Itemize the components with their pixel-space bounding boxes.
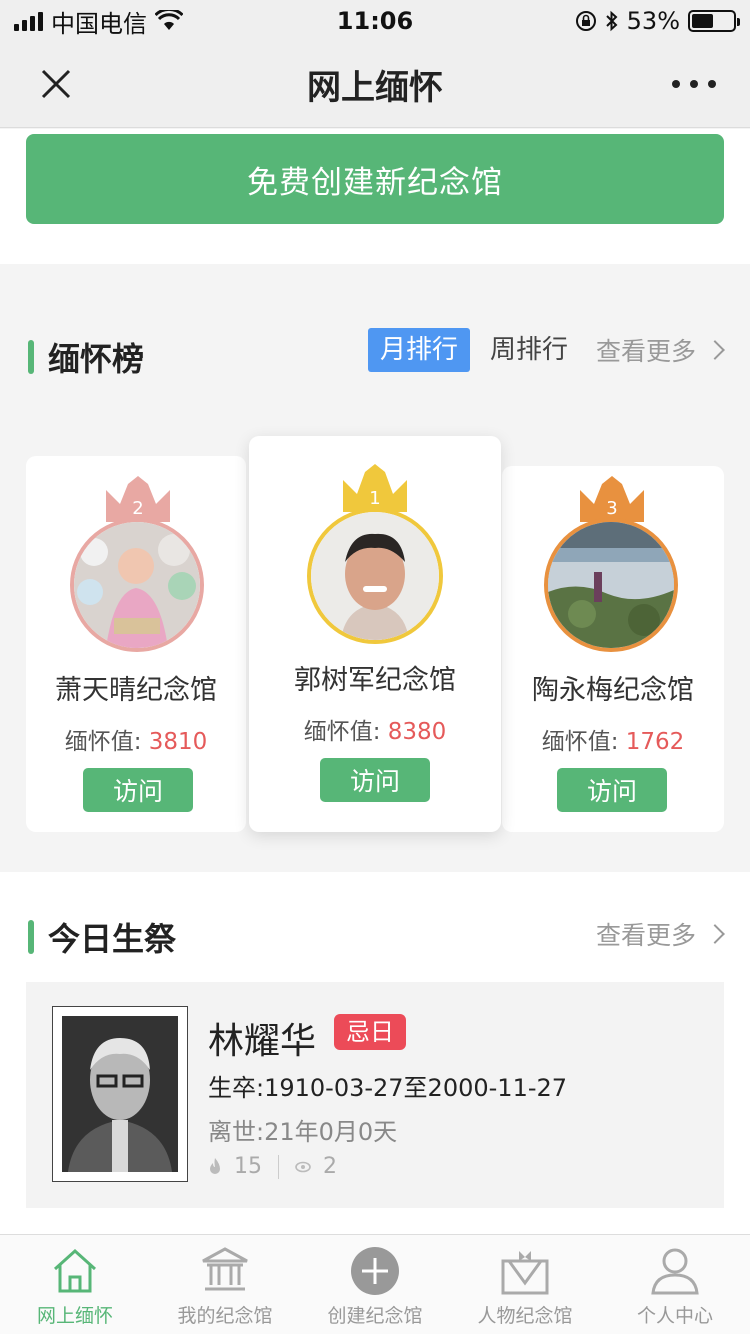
- visit-button[interactable]: 访问: [83, 768, 193, 812]
- memorial-name: 萧天晴纪念馆: [55, 675, 217, 706]
- tab-my-memorials[interactable]: 我的纪念馆: [150, 1235, 300, 1334]
- page-title: 网上缅怀: [307, 68, 443, 108]
- avatar: [70, 518, 204, 652]
- tab-profile[interactable]: 个人中心: [600, 1235, 750, 1334]
- eye-icon: [295, 1161, 311, 1172]
- tab-label: 人物纪念馆: [477, 1305, 573, 1327]
- battery-percent: 53%: [626, 7, 680, 35]
- carrier-name: 中国电信: [51, 9, 147, 38]
- tab-weekly[interactable]: 周排行: [490, 328, 568, 372]
- tab-create-memorial[interactable]: 创建纪念馆: [300, 1235, 450, 1334]
- rank-card-3[interactable]: 3 陶永梅纪念馆 缅怀值: 1762 访问: [502, 466, 724, 832]
- more-label: 查看更多: [595, 921, 696, 950]
- tab-label: 创建纪念馆: [327, 1305, 423, 1327]
- dot-icon: [672, 80, 680, 88]
- user-icon: [651, 1248, 699, 1295]
- score: 缅怀值: 8380: [249, 712, 501, 746]
- rank-number: 1: [369, 488, 380, 509]
- view-count: 2: [323, 1154, 337, 1179]
- score-value: 1762: [625, 729, 685, 755]
- battery-icon: [688, 10, 740, 32]
- visit-button[interactable]: 访问: [557, 768, 667, 812]
- score-label: 缅怀值:: [541, 729, 619, 755]
- crown-icon: 1: [343, 464, 407, 512]
- visit-button[interactable]: 访问: [320, 758, 430, 802]
- time-since-death: 离世:21年0月0天: [208, 1118, 398, 1146]
- bluetooth-icon: [605, 10, 619, 32]
- person-name: 林耀华: [208, 1021, 317, 1062]
- ranking-header: 缅怀榜: [28, 334, 144, 380]
- rotation-lock-icon: [575, 10, 597, 32]
- chevron-right-icon: [705, 340, 725, 360]
- tab-person-memorials[interactable]: 人物纪念馆: [450, 1235, 600, 1334]
- bottom-tab-bar: 网上缅怀 我的纪念馆 创建纪念馆 人物纪念馆 个人中心: [0, 1234, 750, 1334]
- section-accent-bar: [28, 920, 34, 954]
- score-value: 3810: [148, 729, 208, 755]
- memorial-name: 郭树军纪念馆: [294, 665, 456, 696]
- memorial-hall-icon: [202, 1247, 248, 1291]
- rank-card-2[interactable]: 2 萧天晴纪念馆 缅怀值: 3810 访问: [26, 456, 246, 832]
- person-card[interactable]: 林耀华 忌日 生卒:1910-03-27至2000-11-27 离世:21年0月…: [26, 982, 724, 1208]
- flower-count: 15: [234, 1154, 262, 1179]
- tab-label: 我的纪念馆: [177, 1305, 273, 1327]
- score: 缅怀值: 1762: [502, 722, 724, 756]
- avatar: [307, 508, 443, 644]
- person-stats: 15 2: [208, 1154, 337, 1179]
- today-title: 今日生祭: [48, 920, 177, 958]
- dot-icon: [708, 80, 716, 88]
- person-photo: [62, 1016, 178, 1172]
- chevron-right-icon: [705, 924, 725, 944]
- rank-number: 3: [606, 498, 617, 519]
- score-label: 缅怀值:: [64, 729, 142, 755]
- section-accent-bar: [28, 340, 34, 374]
- ranking-section: 缅怀榜 月排行 周排行 查看更多 2 萧天晴纪念馆 缅怀值: 3810 访问 3…: [0, 284, 750, 872]
- create-section: 免费创建新纪念馆: [0, 129, 750, 264]
- tab-label: 个人中心: [636, 1305, 713, 1327]
- rank-number: 2: [132, 498, 143, 519]
- plus-circle-icon: [351, 1247, 399, 1295]
- tab-monthly[interactable]: 月排行: [367, 328, 470, 372]
- landscape-photo: [548, 522, 674, 648]
- more-label: 查看更多: [595, 337, 696, 366]
- crown-icon: 2: [106, 476, 170, 522]
- score: 缅怀值: 3810: [26, 722, 246, 756]
- ranking-more-link[interactable]: 查看更多: [595, 332, 725, 368]
- more-menu-button[interactable]: [672, 72, 716, 96]
- close-button[interactable]: [34, 62, 78, 106]
- status-badge: 忌日: [334, 1014, 406, 1050]
- ranking-tabs: 月排行 周排行 查看更多: [367, 328, 725, 372]
- avatar: [544, 518, 678, 652]
- status-left: 中国电信: [14, 4, 183, 39]
- divider: [278, 1154, 279, 1179]
- person-photo-frame: [52, 1006, 188, 1182]
- today-more-link[interactable]: 查看更多: [595, 916, 725, 952]
- flame-icon: [210, 1157, 220, 1174]
- today-section: 今日生祭 查看更多 林耀华 忌日 生卒:1910-03-27至2000-11-2…: [0, 872, 750, 1234]
- close-icon: [41, 69, 71, 99]
- child-photo: [74, 522, 200, 648]
- signal-icon: [14, 11, 43, 31]
- life-dates: 生卒:1910-03-27至2000-11-27: [208, 1074, 568, 1102]
- tab-label: 网上缅怀: [36, 1305, 113, 1327]
- create-memorial-button[interactable]: 免费创建新纪念馆: [26, 134, 724, 224]
- score-value: 8380: [387, 719, 447, 745]
- home-icon: [53, 1248, 97, 1293]
- rank-card-1[interactable]: 1 郭树军纪念馆 缅怀值: 8380 访问: [249, 436, 501, 832]
- status-bar: 中国电信 11:06 53%: [0, 0, 750, 42]
- today-header: 今日生祭: [28, 914, 176, 960]
- wifi-icon: [155, 10, 183, 32]
- crown-icon: 3: [580, 476, 644, 522]
- memorial-name: 陶永梅纪念馆: [532, 675, 694, 706]
- dot-icon: [690, 80, 698, 88]
- ranking-title: 缅怀榜: [48, 340, 145, 378]
- person-memorial-icon: [501, 1251, 549, 1295]
- tab-home[interactable]: 网上缅怀: [0, 1235, 150, 1334]
- nav-bar: 网上缅怀: [0, 42, 750, 128]
- portrait-photo: [311, 512, 439, 640]
- status-right: 53%: [575, 7, 740, 35]
- score-label: 缅怀值:: [303, 719, 381, 745]
